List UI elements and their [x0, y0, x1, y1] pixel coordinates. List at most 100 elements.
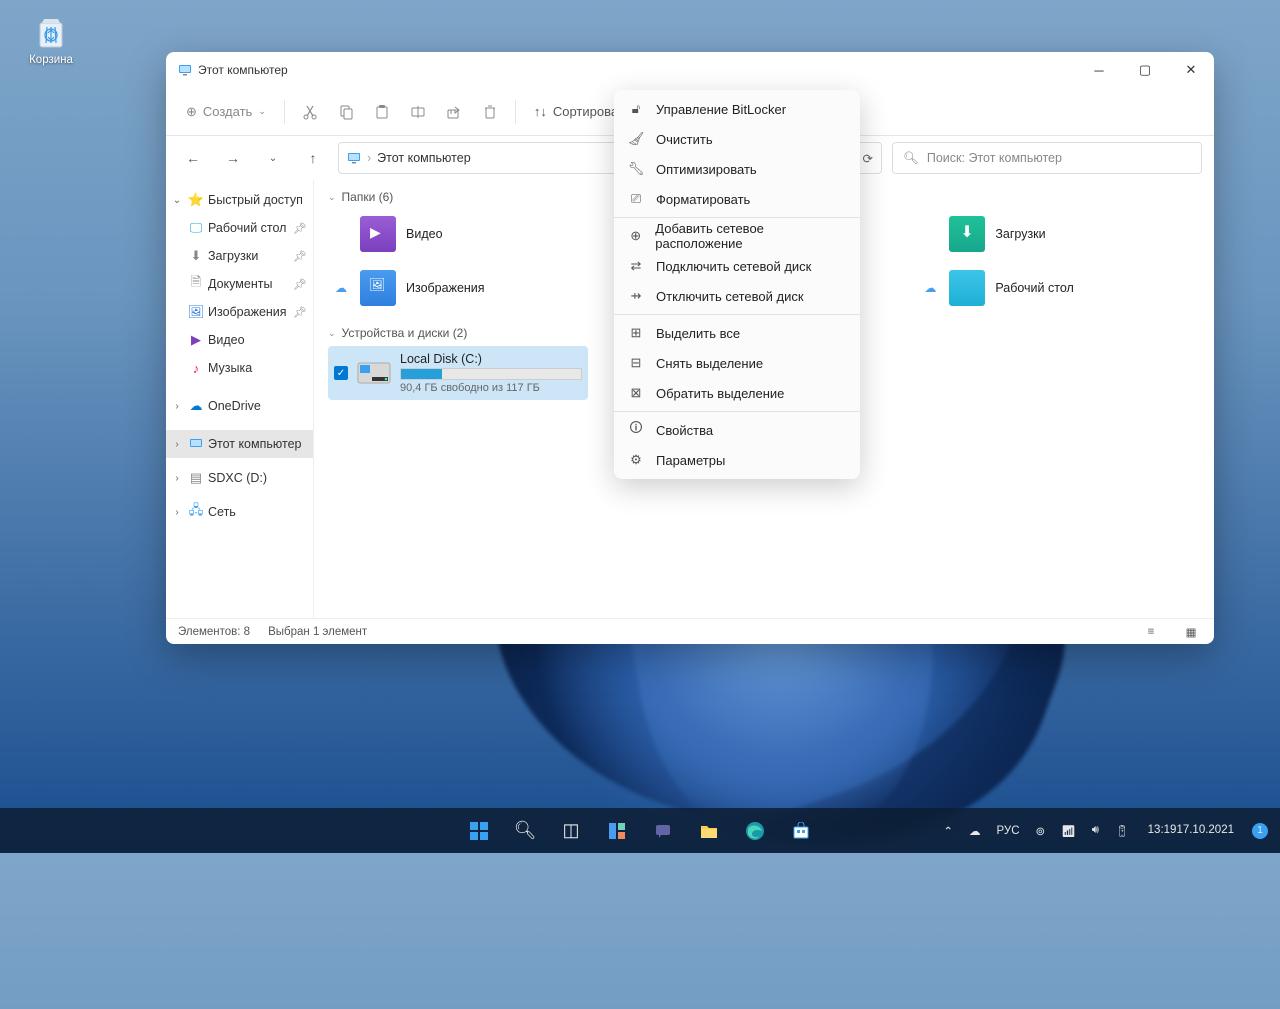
sidebar-this-pc[interactable]: ›Этот компьютер	[166, 430, 313, 458]
desktop-recycle-bin[interactable]: Корзина	[18, 12, 84, 66]
sidebar-onedrive[interactable]: ›☁OneDrive	[166, 392, 313, 420]
brush-icon: 🧹︎	[628, 131, 644, 147]
tray-overflow[interactable]: ⌃	[937, 811, 959, 851]
sidebar-quick-access[interactable]: ⌄⭐Быстрый доступ	[166, 186, 313, 214]
search-input[interactable]: 🔍︎ Поиск: Этот компьютер	[892, 142, 1202, 174]
sidebar-item-desktop[interactable]: 🖵Рабочий стол📌︎	[166, 214, 313, 242]
ctx-unmap-drive[interactable]: ⇸Отключить сетевой диск	[614, 281, 860, 311]
ctx-bitlocker[interactable]: 🔓︎Управление BitLocker	[614, 94, 860, 124]
view-details-icon[interactable]: ≡	[1140, 622, 1162, 642]
sidebar-network[interactable]: ›🖧Сеть	[166, 498, 313, 526]
unmap-drive-icon: ⇸	[628, 288, 644, 304]
taskbar-widgets[interactable]	[597, 811, 637, 851]
this-pc-icon	[178, 63, 192, 77]
toolbar-new[interactable]: ⊕ Создать ⌄	[176, 95, 276, 129]
nav-recent[interactable]: ⌄	[258, 143, 288, 173]
sidebar-item-music[interactable]: ♪Музыка	[166, 354, 313, 382]
ctx-cleanup[interactable]: 🧹︎Очистить	[614, 124, 860, 154]
folder-video[interactable]: ▶Видео	[328, 210, 611, 258]
settings-icon: ⚙	[628, 452, 644, 468]
rename-icon[interactable]	[401, 95, 435, 129]
sidebar-item-pictures[interactable]: 🖼Изображения📌︎	[166, 298, 313, 326]
cut-icon[interactable]	[293, 95, 327, 129]
copy-icon[interactable]	[329, 95, 363, 129]
netloc-icon: ⊕	[628, 228, 643, 244]
share-icon[interactable]	[437, 95, 471, 129]
menu-separator	[614, 411, 860, 412]
status-selected: Выбран 1 элемент	[268, 626, 367, 638]
sync-icon: ☁	[332, 281, 350, 295]
refresh-icon[interactable]: ⟳	[863, 151, 873, 166]
taskbar-search[interactable]: 🔍︎	[505, 811, 545, 851]
tray-wifi-icon[interactable]: 📶︎	[1055, 811, 1082, 851]
status-elements: Элементов: 8	[178, 626, 250, 638]
taskbar-store[interactable]	[781, 811, 821, 851]
nav-back[interactable]: ←	[178, 143, 208, 173]
sidebar: ⌄⭐Быстрый доступ 🖵Рабочий стол📌︎ ⬇Загруз…	[166, 180, 314, 618]
taskbar-chat[interactable]	[643, 811, 683, 851]
map-drive-icon: ⇄	[628, 258, 644, 274]
search-placeholder: Поиск: Этот компьютер	[927, 151, 1062, 165]
tray-onedrive-icon[interactable]: ☁	[963, 811, 987, 851]
video-folder-icon: ▶	[360, 216, 396, 252]
sdcard-icon: ▤	[188, 470, 204, 486]
folder-pictures[interactable]: ☁🖼︎Изображения	[328, 264, 611, 312]
tray-notifications[interactable]: 1	[1246, 811, 1274, 851]
ctx-settings[interactable]: ⚙Параметры	[614, 445, 860, 475]
window-title: Этот компьютер	[198, 63, 288, 77]
folder-downloads[interactable]: ⬇Загрузки	[917, 210, 1200, 258]
delete-icon[interactable]	[473, 95, 507, 129]
deselect-icon: ⊟	[628, 355, 644, 371]
sidebar-sdxc[interactable]: ›▤SDXC (D:)	[166, 464, 313, 492]
tray-battery-icon[interactable]: 🔋︎	[1109, 811, 1136, 851]
ctx-optimize[interactable]: 🔧︎Оптимизировать	[614, 154, 860, 184]
pin-icon: 📌︎	[293, 306, 307, 319]
drive-icon	[356, 355, 392, 391]
start-button[interactable]	[459, 811, 499, 851]
ctx-properties[interactable]: 🛈Свойства	[614, 415, 860, 445]
nav-forward[interactable]: →	[218, 143, 248, 173]
pictures-folder-icon: 🖼︎	[360, 270, 396, 306]
ctx-invert[interactable]: ⊠Обратить выделение	[614, 378, 860, 408]
tray-network-icon[interactable]: ⊚	[1030, 811, 1052, 851]
pictures-icon: 🖼	[188, 304, 204, 320]
drive-name: Local Disk (C:)	[400, 352, 582, 366]
maximize-button[interactable]: ▢	[1122, 52, 1168, 88]
sidebar-item-downloads[interactable]: ⬇Загрузки📌︎	[166, 242, 313, 270]
minimize-button[interactable]: ─	[1076, 52, 1122, 88]
pin-icon: 📌︎	[293, 250, 307, 263]
titlebar[interactable]: Этот компьютер ─ ▢ ✕	[166, 52, 1214, 88]
drive-checkbox[interactable]: ✓	[334, 366, 348, 380]
selectall-icon: ⊞	[628, 325, 644, 341]
menu-separator	[614, 217, 860, 218]
close-button[interactable]: ✕	[1168, 52, 1214, 88]
drive-c[interactable]: ✓ Local Disk (C:) 90,4 ГБ свободно из 11…	[328, 346, 588, 400]
search-icon: 🔍︎	[903, 151, 919, 166]
invert-icon: ⊠	[628, 385, 644, 401]
view-tiles-icon[interactable]: ▦	[1180, 622, 1202, 642]
sidebar-item-videos[interactable]: ▶Видео	[166, 326, 313, 354]
nav-up[interactable]: ↑	[298, 143, 328, 173]
download-icon: ⬇	[188, 248, 204, 264]
tray-language[interactable]: РУС	[991, 811, 1026, 851]
taskbar-taskview[interactable]: ◫	[551, 811, 591, 851]
ctx-select-all[interactable]: ⊞Выделить все	[614, 318, 860, 348]
folder-desktop[interactable]: ☁Рабочий стол	[917, 264, 1200, 312]
sync-icon: ☁	[921, 281, 939, 295]
ctx-deselect[interactable]: ⊟Снять выделение	[614, 348, 860, 378]
ctx-format[interactable]: ⎚Форматировать	[614, 184, 860, 214]
paste-icon[interactable]	[365, 95, 399, 129]
ctx-add-netloc[interactable]: ⊕Добавить сетевое расположение	[614, 221, 860, 251]
recycle-bin-icon	[31, 12, 71, 52]
taskbar[interactable]: 🔍︎ ◫ ⌃ ☁ РУС ⊚ 📶︎ 🔊︎ 🔋︎ 13:19 17.10.2021…	[0, 808, 1280, 853]
tray-volume-icon[interactable]: 🔊︎	[1086, 811, 1105, 851]
ctx-map-drive[interactable]: ⇄Подключить сетевой диск	[614, 251, 860, 281]
status-bar: Элементов: 8 Выбран 1 элемент ≡ ▦	[166, 618, 1214, 644]
sidebar-item-documents[interactable]: 🗎Документы📌︎	[166, 270, 313, 298]
this-pc-icon	[188, 436, 204, 452]
star-icon: ⭐	[188, 192, 204, 208]
context-menu: 🔓︎Управление BitLocker 🧹︎Очистить 🔧︎Опти…	[614, 90, 860, 479]
tray-clock[interactable]: 13:19 17.10.2021	[1140, 811, 1242, 851]
taskbar-edge[interactable]	[735, 811, 775, 851]
taskbar-explorer[interactable]	[689, 811, 729, 851]
